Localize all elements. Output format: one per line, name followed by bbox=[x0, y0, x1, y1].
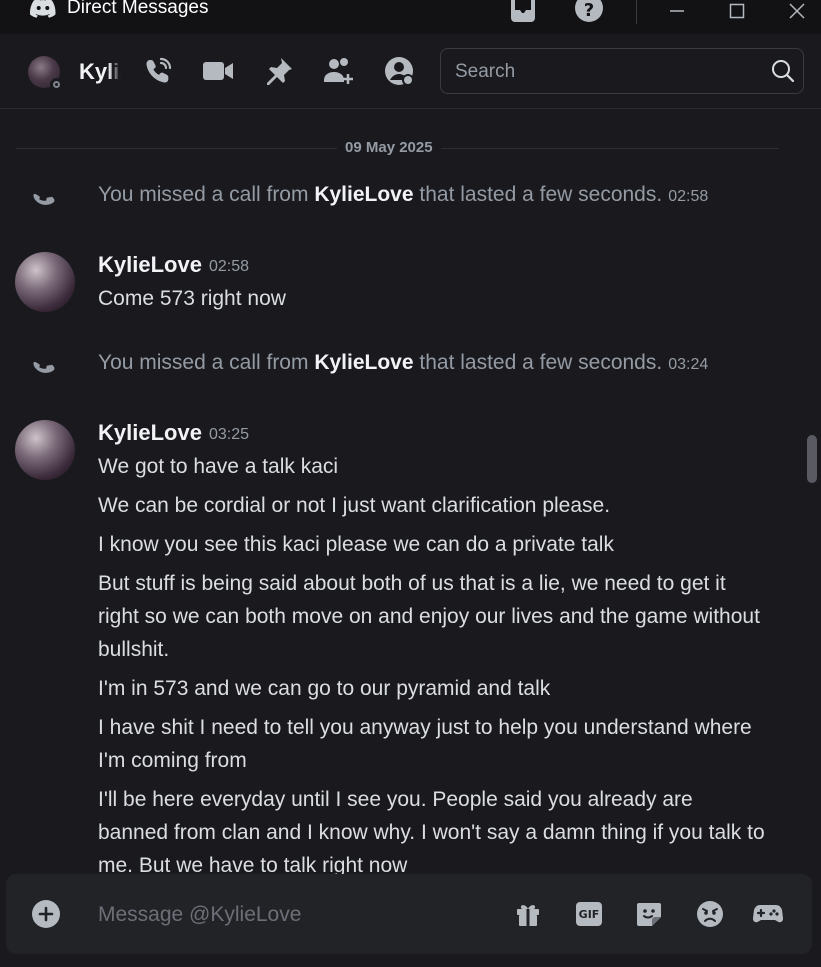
message-text: We can be cordial or not I just want cla… bbox=[98, 494, 611, 517]
pin-icon[interactable] bbox=[262, 54, 296, 88]
missed-call-row: You missed a call from KylieLove that la… bbox=[0, 183, 800, 213]
discord-logo-icon bbox=[30, 0, 56, 18]
message-timestamp[interactable]: 03:25 bbox=[209, 426, 249, 444]
dm-header: KylieLove bbox=[0, 34, 821, 109]
call-timestamp[interactable]: 03:24 bbox=[668, 356, 708, 373]
apps-icon[interactable] bbox=[752, 898, 784, 930]
user-profile-icon[interactable] bbox=[382, 54, 416, 88]
video-call-icon[interactable] bbox=[201, 54, 235, 88]
dm-user-name[interactable]: KylieLove bbox=[79, 59, 121, 85]
message-text: I have shit I need to tell you anyway ju… bbox=[98, 716, 752, 772]
message-text: I'll be here everyday until I see you. P… bbox=[98, 788, 765, 874]
message-text: I know you see this kaci please we can d… bbox=[98, 533, 614, 556]
minimize-icon[interactable] bbox=[657, 0, 697, 22]
add-friends-icon[interactable] bbox=[322, 54, 356, 88]
maximize-icon[interactable] bbox=[717, 0, 757, 22]
message-text: But stuff is being said about both of us… bbox=[98, 572, 760, 661]
message-composer: GIF bbox=[6, 874, 812, 954]
avatar[interactable] bbox=[15, 420, 75, 480]
svg-text:?: ? bbox=[584, 0, 594, 21]
scrollbar-thumb[interactable] bbox=[807, 435, 817, 483]
search-input[interactable] bbox=[453, 49, 757, 95]
message-input[interactable] bbox=[96, 894, 500, 936]
gift-icon[interactable] bbox=[512, 898, 544, 930]
inbox-icon[interactable] bbox=[508, 0, 538, 22]
avatar[interactable] bbox=[15, 252, 75, 312]
missed-call-text: You missed a call from KylieLove that la… bbox=[98, 183, 709, 206]
search-icon[interactable] bbox=[771, 59, 795, 83]
scrollbar[interactable] bbox=[807, 108, 817, 874]
voice-call-icon[interactable] bbox=[141, 54, 175, 88]
missed-call-row: You missed a call from KylieLove that la… bbox=[0, 351, 800, 381]
call-timestamp[interactable]: 02:58 bbox=[668, 188, 708, 205]
missed-call-icon bbox=[33, 193, 55, 205]
date-divider-label: 09 May 2025 bbox=[337, 139, 441, 156]
title-bar: Direct Messages ? bbox=[0, 0, 821, 34]
window-title: Direct Messages bbox=[67, 0, 209, 18]
close-icon[interactable] bbox=[777, 0, 817, 22]
status-offline-icon bbox=[50, 78, 63, 91]
message-author[interactable]: KylieLove bbox=[98, 420, 202, 446]
add-attachment-icon[interactable] bbox=[32, 900, 60, 928]
emoji-icon[interactable] bbox=[694, 898, 726, 930]
search-box[interactable] bbox=[440, 48, 804, 95]
message-author[interactable]: KylieLove bbox=[98, 252, 202, 278]
message-text: I'm in 573 and we can go to our pyramid … bbox=[98, 677, 551, 700]
gif-icon[interactable]: GIF bbox=[576, 902, 602, 926]
help-icon[interactable]: ? bbox=[572, 0, 606, 22]
call-user-name[interactable]: KylieLove bbox=[314, 183, 413, 206]
titlebar-divider bbox=[636, 0, 637, 24]
sticker-icon[interactable] bbox=[633, 898, 665, 930]
message-text: We got to have a talk kaci bbox=[98, 455, 339, 478]
message-text: Come 573 right now bbox=[98, 287, 286, 310]
message-list[interactable]: 09 May 2025 You missed a call from Kylie… bbox=[0, 108, 800, 874]
missed-call-text: You missed a call from KylieLove that la… bbox=[98, 351, 709, 374]
message-timestamp[interactable]: 02:58 bbox=[209, 258, 249, 276]
missed-call-icon bbox=[33, 361, 55, 373]
call-user-name[interactable]: KylieLove bbox=[314, 351, 413, 374]
